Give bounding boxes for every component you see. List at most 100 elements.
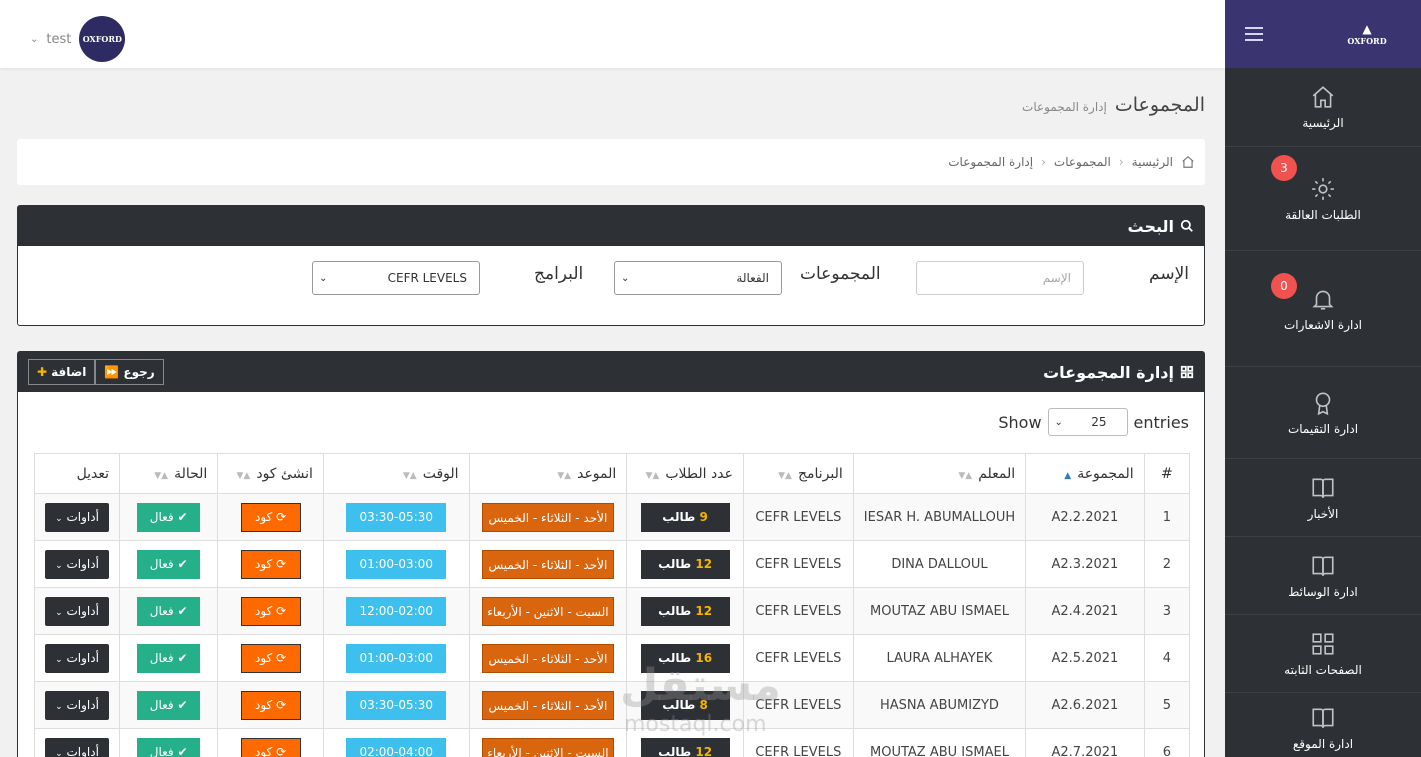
group-name: A2.4.2021 bbox=[1025, 587, 1145, 635]
grid-icon bbox=[1312, 632, 1334, 655]
page-title: المجموعات bbox=[1114, 94, 1205, 116]
check-icon: ✔ bbox=[177, 697, 188, 712]
status-button[interactable]: ✔ فعال bbox=[137, 502, 201, 532]
sidebar-item-site-management[interactable]: ادارة الموقع bbox=[1225, 693, 1421, 757]
refresh-icon: ⟳ bbox=[276, 744, 287, 757]
groups-panel-header: إدارة المجموعات bbox=[18, 352, 1204, 392]
code-cell: ⟳ كود bbox=[217, 634, 324, 682]
teacher-name: MOUTAZ ABU ISMAEL bbox=[852, 728, 1027, 757]
edit-cell: أداوات ⌄ bbox=[33, 681, 121, 729]
chevron-down-icon: ⌄ bbox=[55, 560, 63, 571]
program-name: CEFR LEVELS bbox=[742, 540, 854, 588]
user-name: test bbox=[46, 31, 72, 47]
schedule-cell: الأحد - الثلاثاء - الخميس bbox=[468, 540, 628, 588]
sidebar-item-news[interactable]: الأخبار bbox=[1225, 459, 1421, 537]
tools-dropdown-button[interactable]: أداوات ⌄ bbox=[45, 549, 110, 579]
col-schedule[interactable]: الموعد▲▼ bbox=[468, 453, 628, 494]
status-cell: ✔ فعال bbox=[119, 634, 219, 682]
teacher-name: HASNA ABUMIZYD bbox=[852, 681, 1027, 729]
groups-select[interactable]: ⌄ الفعالة bbox=[614, 261, 782, 295]
create-code-button[interactable]: ⟳ كود bbox=[240, 549, 301, 579]
students-count-badge: 16 طالب bbox=[640, 643, 730, 673]
col-number[interactable]: # bbox=[1143, 453, 1191, 494]
tools-dropdown-button[interactable]: أداوات ⌄ bbox=[45, 737, 110, 757]
add-button[interactable]: ✚ اضافة bbox=[28, 359, 96, 385]
students-cell: 16 طالب bbox=[626, 634, 744, 682]
avatar[interactable]: OXFORD bbox=[79, 16, 126, 62]
sidebar-item-home[interactable]: الرئيسية bbox=[1225, 68, 1421, 147]
sidebar-item-media[interactable]: ادارة الوسائط bbox=[1225, 537, 1421, 615]
page-size-select[interactable]: ⌄ 25 bbox=[1047, 408, 1128, 436]
schedule-cell: السبت - الاثنين - الأربعاء bbox=[468, 728, 628, 757]
chevron-down-icon: ⌄ bbox=[30, 33, 39, 45]
program-name: CEFR LEVELS bbox=[742, 728, 854, 757]
tools-dropdown-button[interactable]: أداوات ⌄ bbox=[45, 596, 110, 626]
chevron-left-icon: ‹ bbox=[1118, 155, 1124, 169]
create-code-button[interactable]: ⟳ كود bbox=[240, 737, 301, 757]
tools-dropdown-button[interactable]: أداوات ⌄ bbox=[45, 502, 110, 532]
back-button[interactable]: ⏩ رجوع bbox=[95, 359, 164, 385]
bell-icon bbox=[1312, 290, 1334, 310]
chevron-down-icon: ⌄ bbox=[55, 607, 63, 618]
user-menu[interactable]: ⌄ test OXFORD bbox=[30, 16, 126, 62]
sidebar-item-notifications[interactable]: 0 ادارة الاشعارات bbox=[1225, 251, 1421, 367]
book-icon bbox=[1312, 478, 1334, 498]
check-icon: ✔ bbox=[177, 603, 188, 618]
status-button[interactable]: ✔ فعال bbox=[137, 596, 201, 626]
teacher-name: LAURA ALHAYEK bbox=[852, 634, 1027, 682]
group-name: A2.5.2021 bbox=[1025, 634, 1145, 682]
edit-cell: أداوات ⌄ bbox=[33, 728, 121, 757]
table-row: 3 A2.4.2021 MOUTAZ ABU ISMAEL CEFR LEVELS 12… bbox=[33, 587, 1191, 635]
students-count-badge: 12 طالب bbox=[640, 737, 730, 757]
col-create-code[interactable]: انشئ كود▲▼ bbox=[217, 453, 324, 494]
refresh-icon: ⟳ bbox=[276, 603, 287, 618]
sort-icon: ▲▼ bbox=[645, 470, 660, 481]
create-code-button[interactable]: ⟳ كود bbox=[240, 502, 301, 532]
group-name: A2.7.2021 bbox=[1025, 728, 1145, 757]
status-button[interactable]: ✔ فعال bbox=[137, 690, 201, 720]
page-size-control: Show ⌄ 25 entries bbox=[998, 408, 1189, 436]
home-icon bbox=[1312, 86, 1334, 108]
schedule-badge: السبت - الاثنين - الأربعاء bbox=[481, 596, 614, 626]
sidebar-item-static-pages[interactable]: الصفحات الثابته bbox=[1225, 615, 1421, 693]
edit-cell: أداوات ⌄ bbox=[33, 540, 121, 588]
name-input[interactable]: الإسم bbox=[916, 261, 1084, 295]
row-number: 1 bbox=[1143, 493, 1191, 541]
table-header-row: # المجموعة▲ المعلم▲▼ البرنامج▲▼ عدد الطل… bbox=[33, 453, 1191, 494]
time-badge: 12:00-02:00 bbox=[346, 596, 447, 626]
status-button[interactable]: ✔ فعال bbox=[137, 737, 201, 757]
breadcrumb-home[interactable]: الرئيسية bbox=[1132, 155, 1173, 169]
group-name: A2.3.2021 bbox=[1025, 540, 1145, 588]
award-icon bbox=[1315, 391, 1331, 415]
col-teacher[interactable]: المعلم▲▼ bbox=[852, 453, 1027, 494]
col-program[interactable]: البرنامج▲▼ bbox=[742, 453, 854, 494]
programs-select[interactable]: ⌄ CEFR LEVELS bbox=[312, 261, 480, 295]
tools-dropdown-button[interactable]: أداوات ⌄ bbox=[45, 690, 110, 720]
create-code-button[interactable]: ⟳ كود bbox=[240, 643, 301, 673]
col-time[interactable]: الوقت▲▼ bbox=[322, 453, 470, 494]
sidebar-item-ratings[interactable]: ادارة التقيمات bbox=[1225, 367, 1421, 459]
create-code-button[interactable]: ⟳ كود bbox=[240, 596, 301, 626]
col-students[interactable]: عدد الطلاب▲▼ bbox=[626, 453, 744, 494]
time-badge: 02:00-04:00 bbox=[346, 737, 447, 757]
tools-dropdown-button[interactable]: أداوات ⌄ bbox=[45, 643, 110, 673]
status-button[interactable]: ✔ فعال bbox=[137, 549, 201, 579]
code-cell: ⟳ كود bbox=[217, 728, 324, 757]
create-code-button[interactable]: ⟳ كود bbox=[240, 690, 301, 720]
time-cell: 01:00-03:00 bbox=[322, 540, 470, 588]
schedule-badge: الأحد - الثلاثاء - الخميس bbox=[481, 690, 614, 720]
status-cell: ✔ فعال bbox=[119, 728, 219, 757]
chevron-down-icon: ⌄ bbox=[319, 272, 328, 284]
breadcrumb-current: إدارة المجموعات bbox=[948, 155, 1034, 169]
col-status[interactable]: الحالة▲▼ bbox=[119, 453, 219, 494]
sidebar-item-pending-requests[interactable]: 3 الطلبات العالقة bbox=[1225, 147, 1421, 251]
col-group[interactable]: المجموعة▲ bbox=[1025, 453, 1145, 494]
teacher-name: MOUTAZ ABU ISMAEL bbox=[852, 587, 1027, 635]
breadcrumb-groups[interactable]: المجموعات bbox=[1054, 155, 1111, 169]
pending-badge: 3 bbox=[1271, 155, 1297, 181]
menu-icon[interactable] bbox=[1245, 27, 1263, 41]
table-row: 1 A2.2.2021 IESAR H. ABUMALLOUH CEFR LEVELS… bbox=[33, 493, 1191, 541]
status-button[interactable]: ✔ فعال bbox=[137, 643, 201, 673]
rewind-icon: ⏩ bbox=[104, 365, 120, 379]
sidebar-header: ▲ OXFORD bbox=[1225, 0, 1421, 68]
